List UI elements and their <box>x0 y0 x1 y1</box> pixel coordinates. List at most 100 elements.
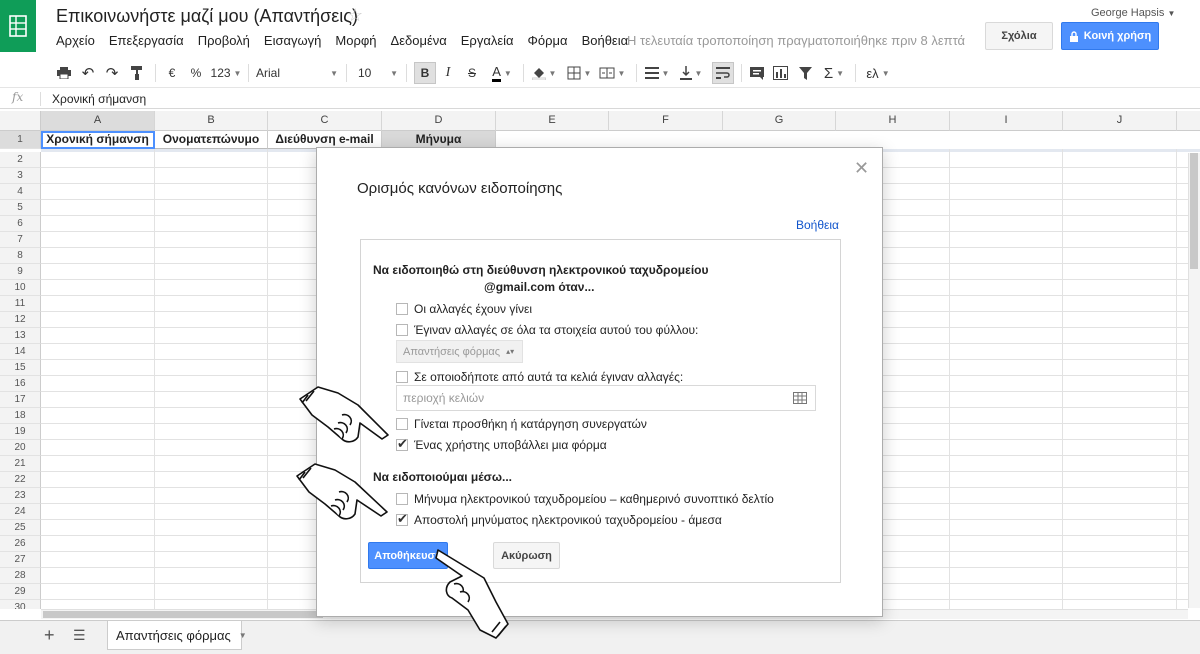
select-all-corner[interactable] <box>0 111 41 131</box>
cell-range-input[interactable]: περιοχή κελιών <box>396 385 816 411</box>
undo-icon[interactable]: ↶ <box>79 62 97 84</box>
row-header[interactable]: 12 <box>0 312 41 328</box>
menu-item-insert[interactable]: Εισαγωγή <box>264 33 321 48</box>
header-cell-name[interactable]: Ονοματεπώνυμο <box>155 131 268 149</box>
insert-chart-icon[interactable] <box>770 62 790 84</box>
filter-icon[interactable] <box>796 62 814 84</box>
number-format-dropdown[interactable]: 123 ▼ <box>209 62 243 84</box>
row-header[interactable]: 18 <box>0 408 41 424</box>
column-header-h[interactable]: H <box>836 111 950 131</box>
column-header-c[interactable]: C <box>268 111 382 131</box>
checkbox-checked[interactable] <box>396 511 408 527</box>
row-header[interactable]: 22 <box>0 472 41 488</box>
row-header[interactable]: 23 <box>0 488 41 504</box>
borders-icon[interactable]: ▼ <box>565 62 593 84</box>
row-header[interactable]: 7 <box>0 232 41 248</box>
functions-dropdown[interactable]: Σ ▼ <box>820 62 848 84</box>
add-sheet-icon[interactable]: + <box>44 625 55 646</box>
option-daily-digest[interactable]: Μήνυμα ηλεκτρονικού ταχυδρομείου – καθημ… <box>396 492 774 506</box>
sheet-tab[interactable]: Απαντήσεις φόρμας ▼ <box>107 621 247 650</box>
row-header[interactable]: 8 <box>0 248 41 264</box>
row-header[interactable]: 6 <box>0 216 41 232</box>
row-header[interactable]: 20 <box>0 440 41 456</box>
document-title[interactable]: Επικοινωνήστε μαζί μου (Απαντήσεις) <box>56 6 358 27</box>
menu-item-help[interactable]: Βοήθεια <box>582 33 629 48</box>
help-link[interactable]: Βοήθεια <box>796 218 839 232</box>
comments-button[interactable]: Σχόλια <box>985 22 1053 50</box>
row-header[interactable]: 11 <box>0 296 41 312</box>
menu-item-tools[interactable]: Εργαλεία <box>461 33 514 48</box>
input-tools-dropdown[interactable]: ελ ▼ <box>863 62 893 84</box>
checkbox[interactable] <box>396 324 408 336</box>
merge-cells-icon[interactable]: ▼ <box>598 62 626 84</box>
option-collaborators[interactable]: Γίνεται προσθήκη ή κατάργηση συνεργατών <box>396 417 647 431</box>
header-cell-timestamp[interactable]: Χρονική σήμανση <box>41 131 155 149</box>
column-header-j[interactable]: J <box>1063 111 1177 131</box>
row-header[interactable]: 4 <box>0 184 41 200</box>
row-header[interactable]: 24 <box>0 504 41 520</box>
font-size-dropdown[interactable]: 10 ▼ <box>358 62 398 84</box>
insert-comment-icon[interactable] <box>748 62 766 84</box>
share-button[interactable]: Κοινή χρήση <box>1061 22 1159 50</box>
fill-color-icon[interactable]: ▼ <box>531 62 557 84</box>
row-header[interactable]: 14 <box>0 344 41 360</box>
row-header[interactable]: 21 <box>0 456 41 472</box>
row-header[interactable]: 9 <box>0 264 41 280</box>
vertical-align-icon[interactable]: ▼ <box>678 62 704 84</box>
select-range-grid-icon[interactable] <box>793 392 807 404</box>
row-header[interactable]: 2 <box>0 152 41 168</box>
row-header[interactable]: 13 <box>0 328 41 344</box>
row-header[interactable]: 19 <box>0 424 41 440</box>
sheet-select[interactable]: Απαντήσεις φόρμας ▴▾ <box>396 340 523 363</box>
star-icon[interactable]: ☆ <box>347 5 363 26</box>
column-header-a[interactable]: A <box>41 111 155 131</box>
column-header-b[interactable]: B <box>155 111 268 131</box>
option-any-change[interactable]: Οι αλλαγές έχουν γίνει <box>396 302 532 316</box>
row-header[interactable]: 5 <box>0 200 41 216</box>
text-color-button[interactable]: A ▼ <box>487 62 517 84</box>
paint-format-icon[interactable] <box>128 62 146 84</box>
row-header[interactable]: 16 <box>0 376 41 392</box>
column-header-d[interactable]: D <box>382 111 496 131</box>
checkbox[interactable] <box>396 303 408 315</box>
row-header[interactable]: 29 <box>0 584 41 600</box>
option-immediate-email[interactable]: Αποστολή μηνύματος ηλεκτρονικού ταχυδρομ… <box>396 511 722 527</box>
column-header-i[interactable]: I <box>950 111 1063 131</box>
dropdown-arrow-icon[interactable]: ▼ <box>239 631 247 640</box>
bold-button[interactable]: B <box>414 62 436 84</box>
user-account[interactable]: George Hapsis ▼ <box>1091 7 1175 19</box>
column-header-f[interactable]: F <box>609 111 723 131</box>
formula-input[interactable]: Χρονική σήμανση <box>52 92 146 106</box>
menu-item-format[interactable]: Μορφή <box>335 33 376 48</box>
align-icon[interactable]: ▼ <box>644 62 670 84</box>
all-sheets-menu-icon[interactable]: ☰ <box>73 627 86 644</box>
currency-format-button[interactable]: € <box>165 62 179 84</box>
italic-button[interactable]: I <box>441 62 455 84</box>
percent-format-button[interactable]: % <box>189 62 203 84</box>
strikethrough-button[interactable]: S <box>465 62 479 84</box>
close-icon[interactable]: ✕ <box>854 158 869 179</box>
column-header-g[interactable]: G <box>723 111 836 131</box>
print-icon[interactable] <box>55 62 73 84</box>
menu-item-data[interactable]: Δεδομένα <box>391 33 447 48</box>
option-form-submit[interactable]: Ένας χρήστης υποβάλλει μια φόρμα <box>396 436 607 452</box>
column-header-e[interactable]: E <box>496 111 609 131</box>
horizontal-scroll-thumb[interactable] <box>43 611 323 618</box>
menu-item-form[interactable]: Φόρμα <box>528 33 568 48</box>
checkbox[interactable] <box>396 371 408 383</box>
menu-item-file[interactable]: Αρχείο <box>56 33 95 48</box>
checkbox-checked[interactable] <box>396 436 408 452</box>
font-family-dropdown[interactable]: Arial ▼ <box>256 62 338 84</box>
row-header[interactable]: 25 <box>0 520 41 536</box>
row-header[interactable]: 10 <box>0 280 41 296</box>
option-sheet-change[interactable]: Έγιναν αλλαγές σε όλα τα στοιχεία αυτού … <box>396 323 698 337</box>
checkbox[interactable] <box>396 418 408 430</box>
menu-item-edit[interactable]: Επεξεργασία <box>109 33 184 48</box>
row-header[interactable]: 17 <box>0 392 41 408</box>
row-header[interactable]: 28 <box>0 568 41 584</box>
row-header[interactable]: 27 <box>0 552 41 568</box>
menu-item-view[interactable]: Προβολή <box>198 33 250 48</box>
sheets-logo-icon[interactable] <box>0 0 36 52</box>
row-header[interactable]: 3 <box>0 168 41 184</box>
row-header[interactable]: 26 <box>0 536 41 552</box>
